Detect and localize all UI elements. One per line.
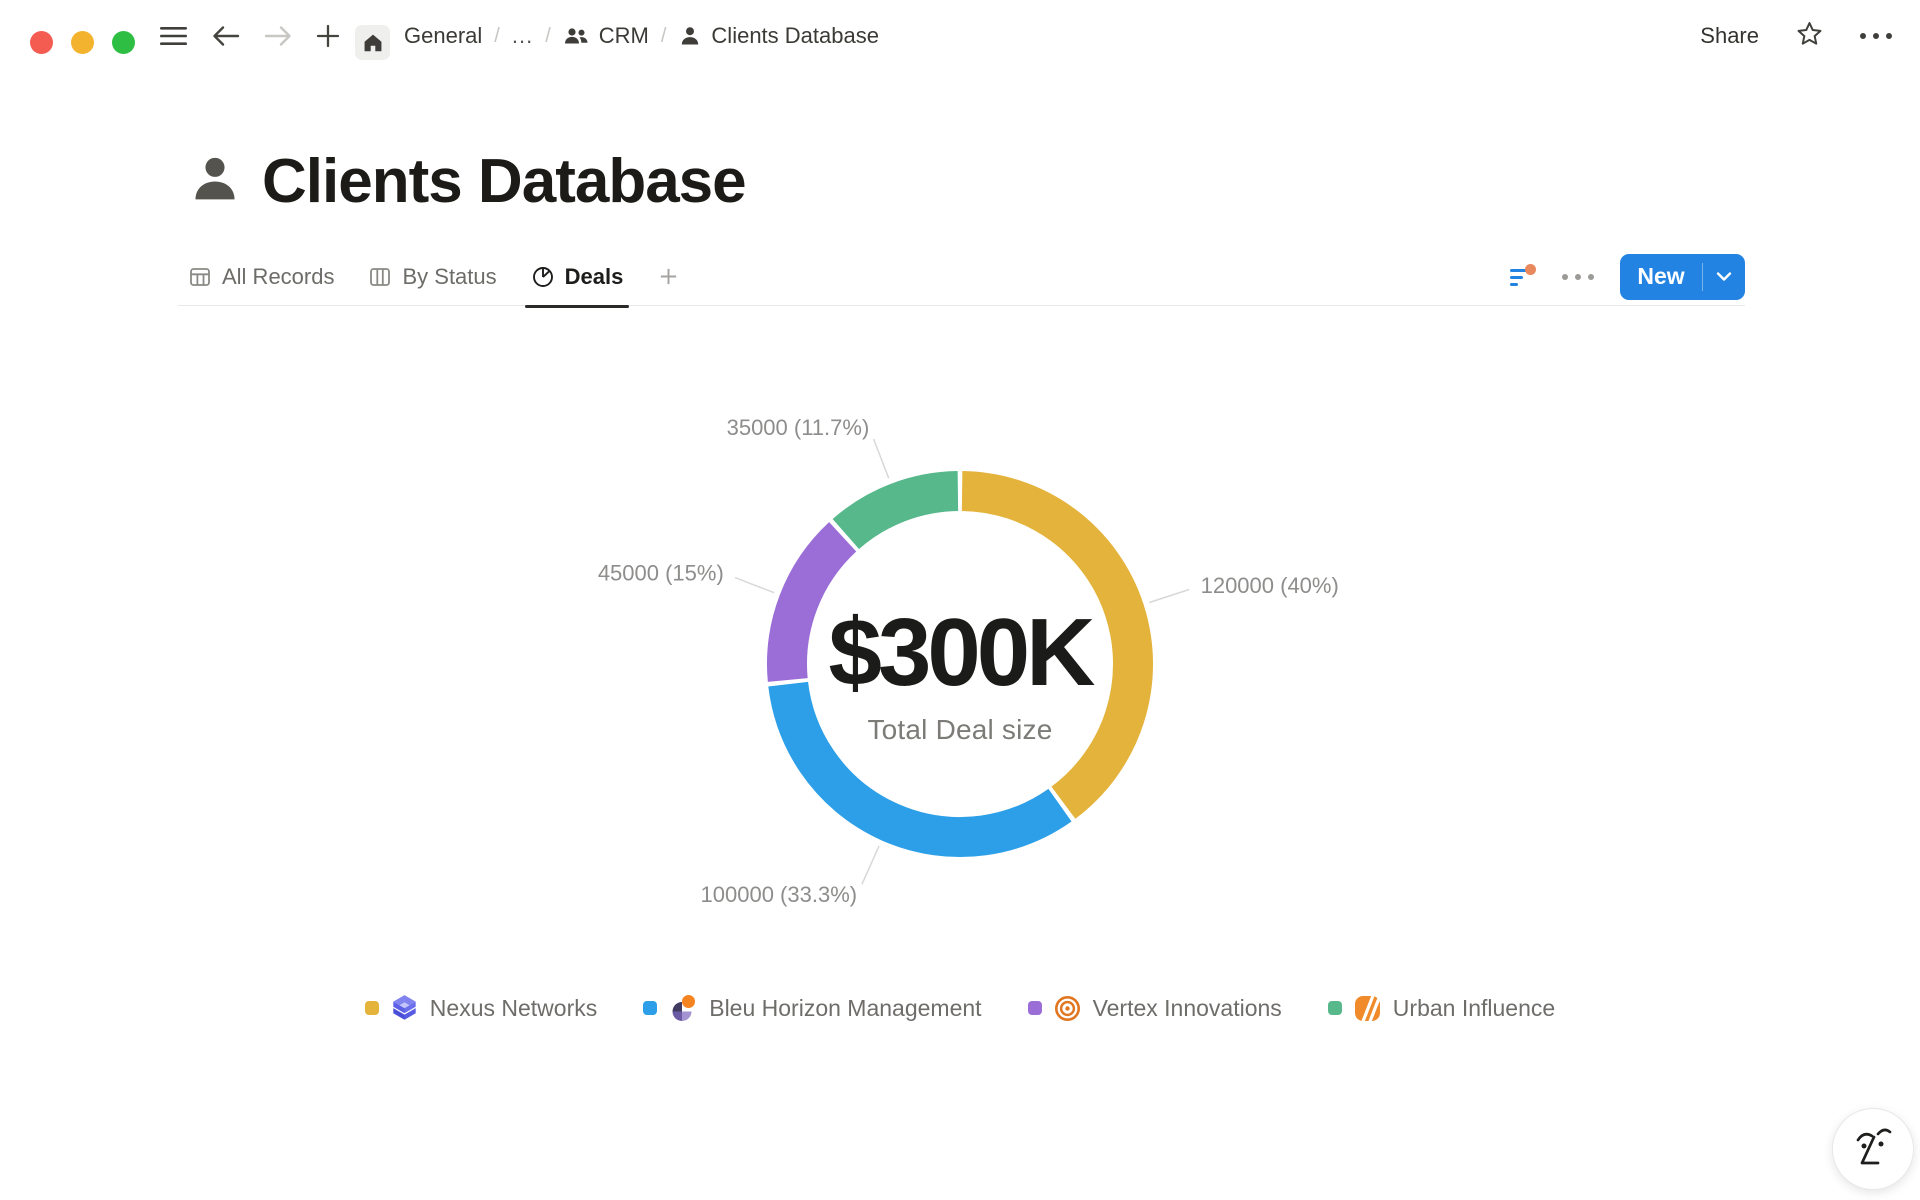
close-window-button[interactable] [30,31,53,54]
legend-item-vertex-innovations[interactable]: Vertex Innovations [1028,995,1282,1022]
breadcrumb-separator: / [661,25,667,48]
breadcrumb-separator: / [494,25,500,48]
tab-label: Deals [565,264,624,290]
chart-total-value: $300K [829,598,1092,708]
minimize-window-button[interactable] [71,31,94,54]
page-title: Clients Database [262,146,746,217]
slice-label-bleu-horizon-management: 100000 (33.3%) [701,882,858,907]
breadcrumb-label: Clients Database [711,23,879,49]
slice-leader-line [862,846,879,884]
breadcrumb-collapsed-button[interactable]: ... [512,23,533,49]
forward-icon[interactable] [264,0,292,72]
chart-total-label: Total Deal size [829,714,1092,746]
breadcrumb-item-general[interactable]: General [404,23,482,49]
notion-ai-button[interactable] [1832,1108,1914,1190]
breadcrumb: General / ... / CRM / Clients Database [404,0,879,72]
slice-leader-line [1149,590,1189,603]
legend-swatch [1328,1001,1342,1015]
back-icon[interactable] [212,0,240,72]
slice-label-urban-influence: 35000 (11.7%) [727,415,870,440]
slice-label-nexus-networks: 120000 (40%) [1201,573,1339,598]
legend-label: Vertex Innovations [1093,995,1282,1022]
legend-label: Urban Influence [1393,995,1555,1022]
view-controls: New [1510,254,1745,300]
topbar: General / ... / CRM / Clients Database S… [0,0,1920,72]
legend-swatch [643,1001,657,1015]
slice-leader-line [874,439,889,478]
tab-label: All Records [222,264,334,290]
legend-swatch [365,1001,379,1015]
legend-item-nexus-networks[interactable]: Nexus Networks [365,994,597,1022]
zoom-window-button[interactable] [112,31,135,54]
share-button[interactable]: Share [1700,23,1759,49]
slice-label-vertex-innovations: 45000 (15%) [598,560,724,585]
tab-label: By Status [402,264,496,290]
filter-active-dot [1525,264,1536,275]
table-icon [188,265,212,289]
breadcrumb-separator: / [545,25,551,48]
pie-chart-icon [531,265,555,289]
view-tabbar: All Records By Status Deals [178,248,1745,306]
people-icon [563,24,590,48]
breadcrumb-item-clients-database[interactable]: Clients Database [678,23,879,49]
chart-center: $300K Total Deal size [829,598,1092,746]
board-columns-icon [368,265,392,289]
urban-influence-logo-icon [1354,995,1381,1022]
legend-label: Bleu Horizon Management [709,995,981,1022]
breadcrumb-item-crm[interactable]: CRM [563,23,649,49]
breadcrumb-label: CRM [599,23,649,49]
chart-legend: Nexus Networks Bleu Horizon Management V… [0,994,1920,1022]
notion-ai-face-icon [1851,1123,1895,1176]
home-icon[interactable] [355,25,390,60]
tab-deals[interactable]: Deals [531,248,624,306]
app-window: General / ... / CRM / Clients Database S… [0,0,1920,1200]
person-icon [678,24,702,48]
new-button-label: New [1620,254,1702,300]
donut-segment-urban-influence[interactable] [846,491,958,534]
slice-leader-line [735,578,774,593]
more-options-icon[interactable] [1860,33,1892,39]
favorite-star-icon[interactable] [1795,20,1824,53]
legend-item-urban-influence[interactable]: Urban Influence [1328,995,1555,1022]
sidebar-menu-icon[interactable] [160,0,187,72]
legend-label: Nexus Networks [430,995,597,1022]
filter-sort-icon[interactable] [1510,266,1536,288]
legend-swatch [1028,1001,1042,1015]
view-options-icon[interactable] [1562,274,1594,280]
nexus-networks-logo-icon [391,994,418,1022]
legend-item-bleu-horizon-management[interactable]: Bleu Horizon Management [643,994,981,1022]
donut-chart: 120000 (40%) 100000 (33.3%) 45000 (15%) 350… [0,306,1920,1006]
tab-all-records[interactable]: All Records [188,248,334,306]
page-header: Clients Database [190,146,746,217]
new-record-button[interactable]: New [1620,254,1745,300]
new-tab-plus-icon[interactable] [316,0,340,72]
chevron-down-icon[interactable] [1703,254,1745,300]
vertex-innovations-logo-icon [1054,995,1081,1022]
page-person-icon [190,152,240,211]
tab-by-status[interactable]: By Status [368,248,496,306]
bleu-horizon-logo-icon [669,994,697,1022]
add-view-plus-icon[interactable] [657,265,680,288]
view-tabs: All Records By Status Deals [178,248,680,306]
